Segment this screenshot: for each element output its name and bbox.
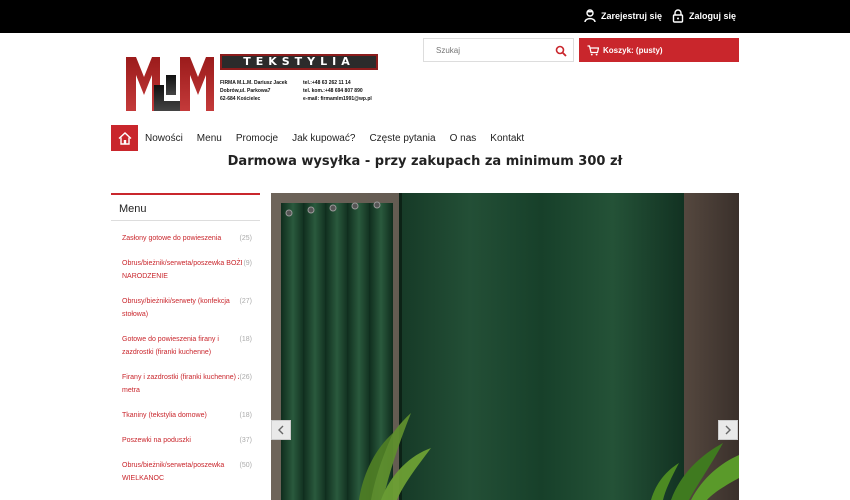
user-add-icon (584, 9, 596, 23)
register-link[interactable]: Zarejestruj się (584, 9, 662, 23)
sidebar-item-count: (9) (242, 257, 252, 270)
search-icon[interactable] (555, 44, 567, 57)
cart-button[interactable]: Koszyk: (pusty) (579, 38, 739, 62)
free-shipping-banner: Darmowa wysyłka - przy zakupach za minim… (227, 154, 623, 169)
sidebar-item-count: (27) (238, 295, 252, 308)
sidebar-item-count: (18) (238, 333, 252, 346)
cart-icon (587, 44, 599, 56)
mlm-logo-mark (126, 55, 214, 113)
search-input[interactable] (424, 39, 548, 61)
nav-item-kontakt[interactable]: Kontakt (490, 133, 524, 144)
slider-prev-button[interactable] (271, 420, 291, 440)
logo-banner: TEKSTYLIA (220, 54, 378, 70)
sidebar-item-count: (50) (238, 459, 252, 472)
slider-next-button[interactable] (718, 420, 738, 440)
top-bar: Zarejestruj się Zaloguj się (0, 0, 850, 33)
nav-item-promocje[interactable]: Promocje (236, 133, 278, 144)
nav-item-menu[interactable]: Menu (197, 133, 222, 144)
hero-slider[interactable] (271, 193, 739, 500)
sidebar-item-label: Obrus/bieżnik/serweta/poszewka WIELKANOC (122, 462, 225, 482)
sidebar-item-count: (26) (238, 371, 252, 384)
sidebar-item-count: (18) (238, 409, 252, 422)
chevron-right-icon (724, 425, 732, 435)
home-icon (118, 131, 132, 145)
sidebar-item-label: Tkaniny (tekstylia domowe) (122, 412, 207, 419)
sidebar-item-label: Obrus/bieżnik/serweta/poszewka BOŻE NARO… (122, 260, 246, 280)
register-label: Zarejestruj się (601, 11, 663, 21)
login-label: Zaloguj się (689, 11, 737, 21)
sidebar-item-label: Zasłony gotowe do powieszenia (122, 235, 222, 242)
sidebar-item-label: Obrusy/bieżniki/serwety (konfekcja stoło… (122, 298, 230, 318)
chevron-left-icon (277, 425, 285, 435)
store-logo[interactable]: TEKSTYLIA FIRMA M.L.M. Dariusz Jacek Dob… (122, 52, 404, 114)
sidebar-item-label: Firany i zazdrostki (firanki kuchenne) z… (122, 374, 242, 394)
nav-item-czeste-pytania[interactable]: Częste pytania (369, 133, 435, 144)
nav-item-nowosci[interactable]: Nowości (145, 133, 183, 144)
login-link[interactable]: Zaloguj się (672, 9, 736, 23)
cart-label: Koszyk: (pusty) (603, 45, 663, 55)
nav-item-o-nas[interactable]: O nas (450, 133, 477, 144)
lock-icon (672, 9, 684, 23)
home-button[interactable] (111, 125, 138, 151)
category-sidebar: Menu Zasłony gotowe do powieszenia (25) … (111, 193, 260, 500)
sidebar-item-count: (37) (238, 434, 252, 447)
search-box (423, 38, 574, 62)
sidebar-title: Menu (111, 195, 260, 221)
sidebar-item-label: Gotowe do powieszenia firany i zazdrostk… (122, 336, 219, 356)
main-nav: Nowości Menu Promocje Jak kupować? Częst… (111, 125, 524, 151)
logo-contact-phone: tel.:+48 63 262 11 14 tel. kom.:+48 694 … (303, 80, 372, 102)
nav-item-jak-kupowac[interactable]: Jak kupować? (292, 133, 355, 144)
sidebar-item-count: (25) (238, 232, 252, 245)
logo-contact-address: FIRMA M.L.M. Dariusz Jacek Dobrów,ul. Pa… (220, 80, 288, 102)
sidebar-item-label: Poszewki na poduszki (122, 437, 191, 444)
slide-image-green-curtains (271, 193, 739, 500)
